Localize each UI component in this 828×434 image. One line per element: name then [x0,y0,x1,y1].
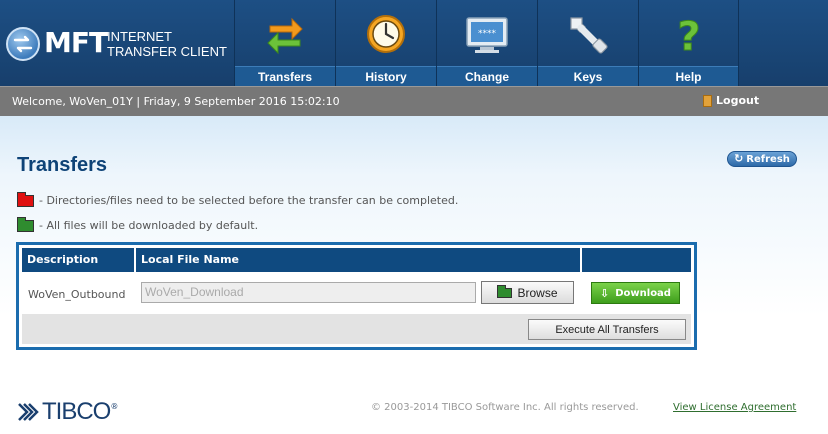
refresh-button[interactable]: ↻ Refresh [727,151,797,167]
welcome-bar: Welcome, WoVen_01Y | Friday, 9 September… [0,86,828,116]
nav-label-history: History [336,66,436,86]
copyright-text: © 2003-2014 TIBCO Software Inc. All righ… [371,402,639,413]
clock-icon [367,15,405,53]
nav-item-history[interactable]: History [335,0,436,86]
nav-label-keys: Keys [538,66,638,86]
logout-door-icon [703,94,712,107]
main-content: Transfers ↻ Refresh - Directories/files … [0,116,828,434]
tibco-brand: TIBCO [42,398,111,425]
nav-item-change-password[interactable]: **** Change Password [436,0,537,104]
nav-item-help[interactable]: ? Help [638,0,739,86]
table-row: WoVen_Outbound WoVen_Download Browse ⇩ D… [22,272,691,314]
key-icon [570,17,608,54]
app-header: MFT INTERNET TRANSFER CLIENT Transfers H… [0,0,828,104]
logo-line-1: INTERNET [107,29,172,44]
svg-text:****: **** [478,29,497,39]
logout-link[interactable]: Logout [703,94,759,107]
welcome-text: Welcome, WoVen_01Y | Friday, 9 September… [12,95,340,108]
mft-logo-icon [6,27,40,61]
download-arrow-icon: ⇩ [600,286,610,300]
local-file-name-input[interactable]: WoVen_Download [141,282,476,303]
transfer-arrows-icon [267,17,303,55]
header-actions [582,248,691,272]
legend-green-text: - All files will be downloaded by defaul… [39,219,259,232]
download-button[interactable]: ⇩ Download [591,282,680,304]
row-description: WoVen_Outbound [28,288,126,301]
table-footer: Execute All Transfers [22,314,691,344]
header-local-file-name: Local File Name [136,248,582,272]
refresh-icon: ↻ [734,152,744,165]
nav-label-transfers: Transfers [235,66,335,86]
green-folder-icon [17,216,34,232]
logout-label: Logout [716,94,760,107]
transfers-table-panel: Description Local File Name WoVen_Outbou… [16,242,697,350]
browse-folder-icon [497,284,513,298]
nav-label-change-password: Change Password [437,66,537,104]
mft-logo: MFT INTERNET TRANSFER CLIENT [0,0,234,86]
monitor-password-icon: **** [466,17,508,53]
download-label: Download [615,287,671,299]
nav-item-keys[interactable]: Keys [537,0,638,86]
view-license-link[interactable]: View License Agreement [673,402,796,413]
header-description: Description [22,248,136,272]
question-mark-icon: ? [676,14,700,59]
tibco-mark-icon [18,403,39,421]
svg-text:?: ? [677,14,700,58]
main-nav: Transfers History **** Change Password [234,0,739,104]
red-folder-icon [17,191,34,207]
tibco-logo: TIBCO ® [18,398,118,426]
legend-green: - All files will be downloaded by defaul… [17,216,259,232]
browse-button[interactable]: Browse [481,281,574,304]
legend-red: - Directories/files need to be selected … [17,191,459,207]
table-header: Description Local File Name [22,248,691,272]
logo-mft-text: MFT [44,26,108,59]
nav-item-transfers[interactable]: Transfers [234,0,335,86]
tibco-registered: ® [110,402,119,411]
legend-red-text: - Directories/files need to be selected … [39,194,459,207]
logo-line-2: TRANSFER CLIENT [107,44,227,59]
refresh-label: Refresh [746,153,790,165]
nav-label-help: Help [639,66,738,86]
page-title: Transfers [17,154,108,176]
browse-label: Browse [517,285,558,300]
execute-all-transfers-button[interactable]: Execute All Transfers [528,319,686,340]
